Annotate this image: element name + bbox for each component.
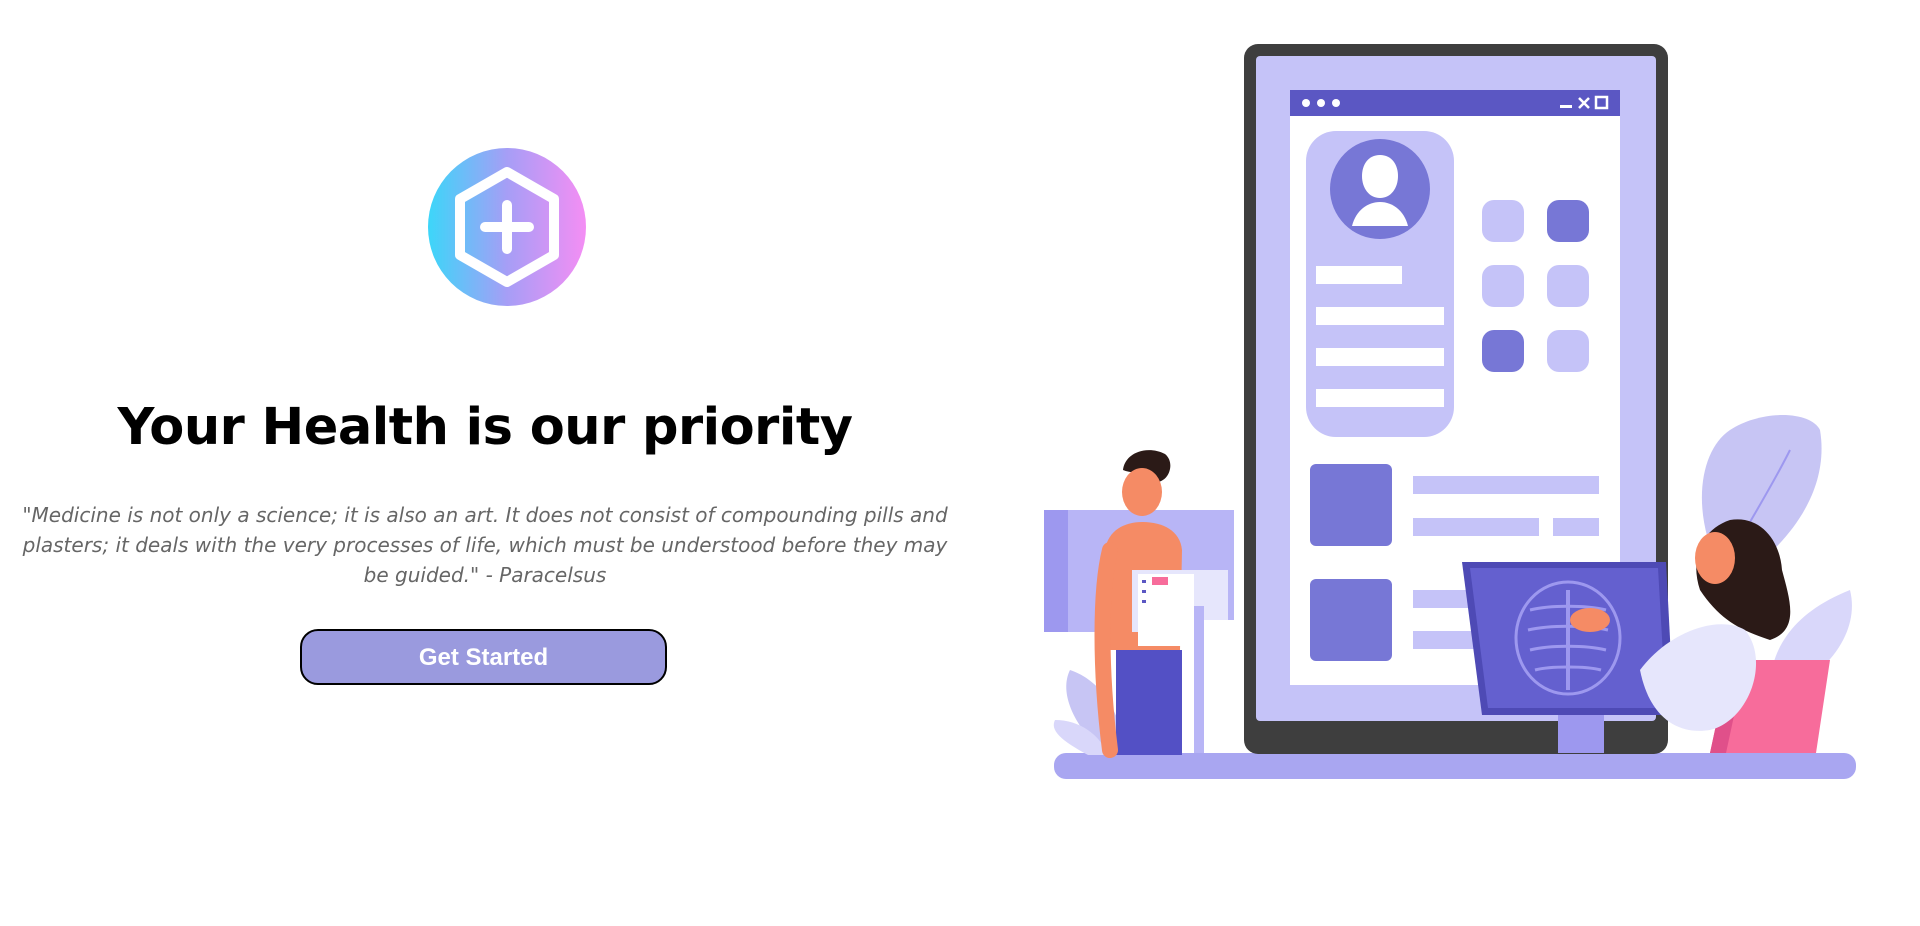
page-title: Your Health is our priority xyxy=(117,398,853,457)
paracelsus-quote: "Medicine is not only a science; it is a… xyxy=(22,503,948,587)
landing-page: Your Health is our priority "Medicine is… xyxy=(0,0,1920,926)
hero-section: Your Health is our priority "Medicine is… xyxy=(0,0,970,926)
ground-base xyxy=(1054,753,1856,779)
hexagon-plus-icon xyxy=(428,148,586,306)
get-started-button[interactable]: Get Started xyxy=(300,629,667,685)
telehealth-illustration xyxy=(1044,44,1856,779)
